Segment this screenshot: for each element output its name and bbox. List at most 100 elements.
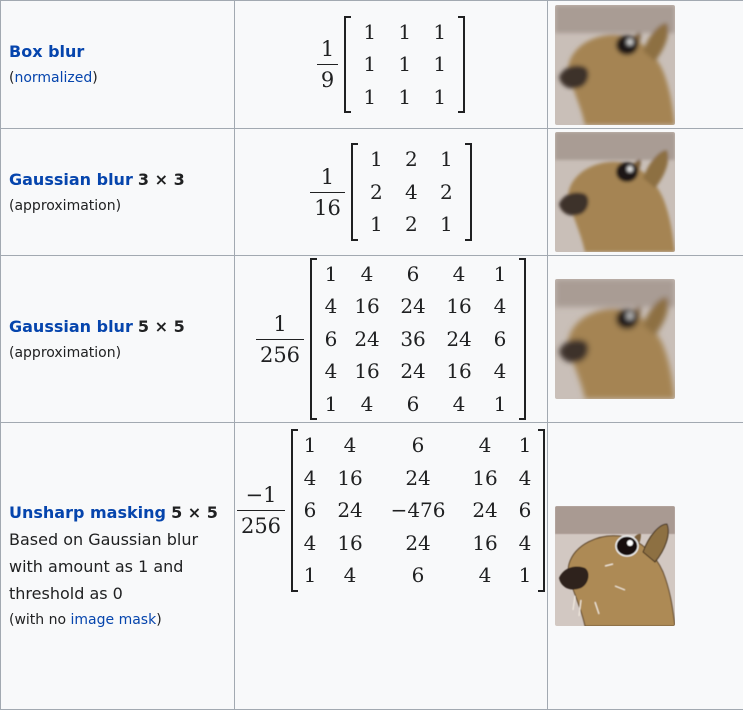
animal-photo [555,506,675,626]
matrix-entry: 1 [359,208,394,241]
factor-numerator: 1 [317,164,338,192]
scale-factor: −1 256 [237,482,285,539]
operation-link[interactable]: Gaussian blur [9,317,133,336]
result-image-cell [548,1,743,129]
matrix-entry: 1 [429,143,464,176]
kernel-size: 3 × 3 [138,170,185,189]
kernel-formula: 1 9 111 111 111 [235,16,547,114]
matrix-entry: 16 [321,527,379,560]
result-image-cell [548,256,743,423]
matrix-entry: 4 [436,258,482,291]
matrix-entry: 24 [344,323,390,356]
matrix-entry: 1 [352,48,387,81]
image-mask-link[interactable]: image mask [71,612,157,628]
normalized-link[interactable]: normalized [14,70,92,86]
operation-note: (approximation) [9,340,234,366]
matrix-entry: 4 [436,388,482,421]
matrix-entry: 16 [457,527,513,560]
matrix-entry: 4 [482,290,518,323]
factor-numerator: 1 [317,36,338,64]
matrix-entry: 2 [394,143,429,176]
matrix-entry: 2 [394,208,429,241]
matrix-entry: 6 [482,323,518,356]
matrix-entry: 6 [379,559,457,592]
matrix-entry: 1 [422,81,457,114]
operation-cell: Box blur (normalized) [1,1,235,129]
matrix-entry: 6 [390,258,436,291]
description-line: Based on Gaussian blur [9,526,234,553]
matrix-entry: 1 [387,81,422,114]
matrix-entry: 1 [387,48,422,81]
kernel-formula: −1 256 14641 41624164 624−476246 4162416… [235,429,547,592]
matrix-entry: 4 [457,559,513,592]
kernel-cell: 1 256 14641 41624164 62436246 41624164 1… [235,256,548,423]
matrix-entry: −476 [379,494,457,527]
matrix-entry: 4 [321,559,379,592]
matrix-entry: 4 [457,429,513,462]
factor-denominator: 256 [256,340,304,368]
kernel-size: 5 × 5 [138,317,185,336]
matrix-entry: 4 [344,258,390,291]
kernel-formula: 1 256 14641 41624164 62436246 41624164 1… [235,258,547,421]
result-image-cell [548,423,743,710]
matrix-entry: 1 [422,16,457,49]
matrix-entry: 24 [457,494,513,527]
matrix-entry: 1 [422,48,457,81]
kernel-matrix: 14641 41624164 62436246 41624164 14641 [310,258,526,421]
scale-factor: 1 9 [317,36,338,93]
operation-link[interactable]: Gaussian blur [9,170,133,189]
animal-photo [555,279,675,399]
matrix-entry: 6 [299,494,321,527]
matrix-entry: 24 [379,527,457,560]
animal-photo [555,132,675,252]
operation-title: Gaussian blur 5 × 5 [9,313,234,340]
scale-factor: 1 16 [310,164,345,221]
matrix-entry: 6 [379,429,457,462]
matrix-entry: 1 [482,388,518,421]
kernel-matrix: 121 242 121 [351,143,472,241]
matrix-entry: 4 [318,290,344,323]
matrix-entry: 1 [429,208,464,241]
kernel-cell: −1 256 14641 41624164 624−476246 4162416… [235,423,548,710]
matrix-entry: 24 [436,323,482,356]
matrix-entry: 1 [482,258,518,291]
matrix-entry: 16 [344,355,390,388]
factor-numerator: −1 [242,482,281,510]
result-image[interactable] [555,5,675,125]
result-image-cell [548,129,743,256]
operation-title: Gaussian blur 3 × 3 [9,166,234,193]
matrix-entry: 4 [299,527,321,560]
matrix-entry: 2 [359,176,394,209]
kernel-formula: 1 16 121 242 121 [235,143,547,241]
operation-description: Based on Gaussian blur with amount as 1 … [9,526,234,607]
matrix-entry: 1 [299,559,321,592]
scale-factor: 1 256 [256,311,304,368]
matrix-entry: 24 [390,290,436,323]
matrix-entry: 4 [344,388,390,421]
kernel-matrix: 111 111 111 [344,16,465,114]
matrix-entry: 4 [513,527,537,560]
operation-note: (with no image mask) [9,607,234,633]
factor-denominator: 256 [237,511,285,539]
kernel-table: Box blur (normalized) 1 9 111 111 111 [0,0,743,710]
animal-photo [555,5,675,125]
result-image[interactable] [555,132,675,252]
kernel-matrix: 14641 41624164 624−476246 41624164 14641 [291,429,545,592]
matrix-entry: 16 [321,462,379,495]
matrix-entry: 1 [318,258,344,291]
operation-link[interactable]: Unsharp masking [9,503,166,522]
kernel-size: 5 × 5 [171,503,218,522]
result-image[interactable] [555,279,675,399]
table-row: Gaussian blur 5 × 5 (approximation) 1 25… [1,256,743,423]
factor-denominator: 16 [310,193,345,221]
result-image[interactable] [555,506,675,626]
kernel-cell: 1 16 121 242 121 [235,129,548,256]
matrix-entry: 4 [321,429,379,462]
operation-link[interactable]: Box blur [9,42,84,61]
operation-cell: Unsharp masking 5 × 5 Based on Gaussian … [1,423,235,710]
factor-numerator: 1 [269,311,290,339]
matrix-entry: 4 [394,176,429,209]
matrix-entry: 24 [321,494,379,527]
matrix-entry: 24 [390,355,436,388]
matrix-entry: 16 [436,290,482,323]
